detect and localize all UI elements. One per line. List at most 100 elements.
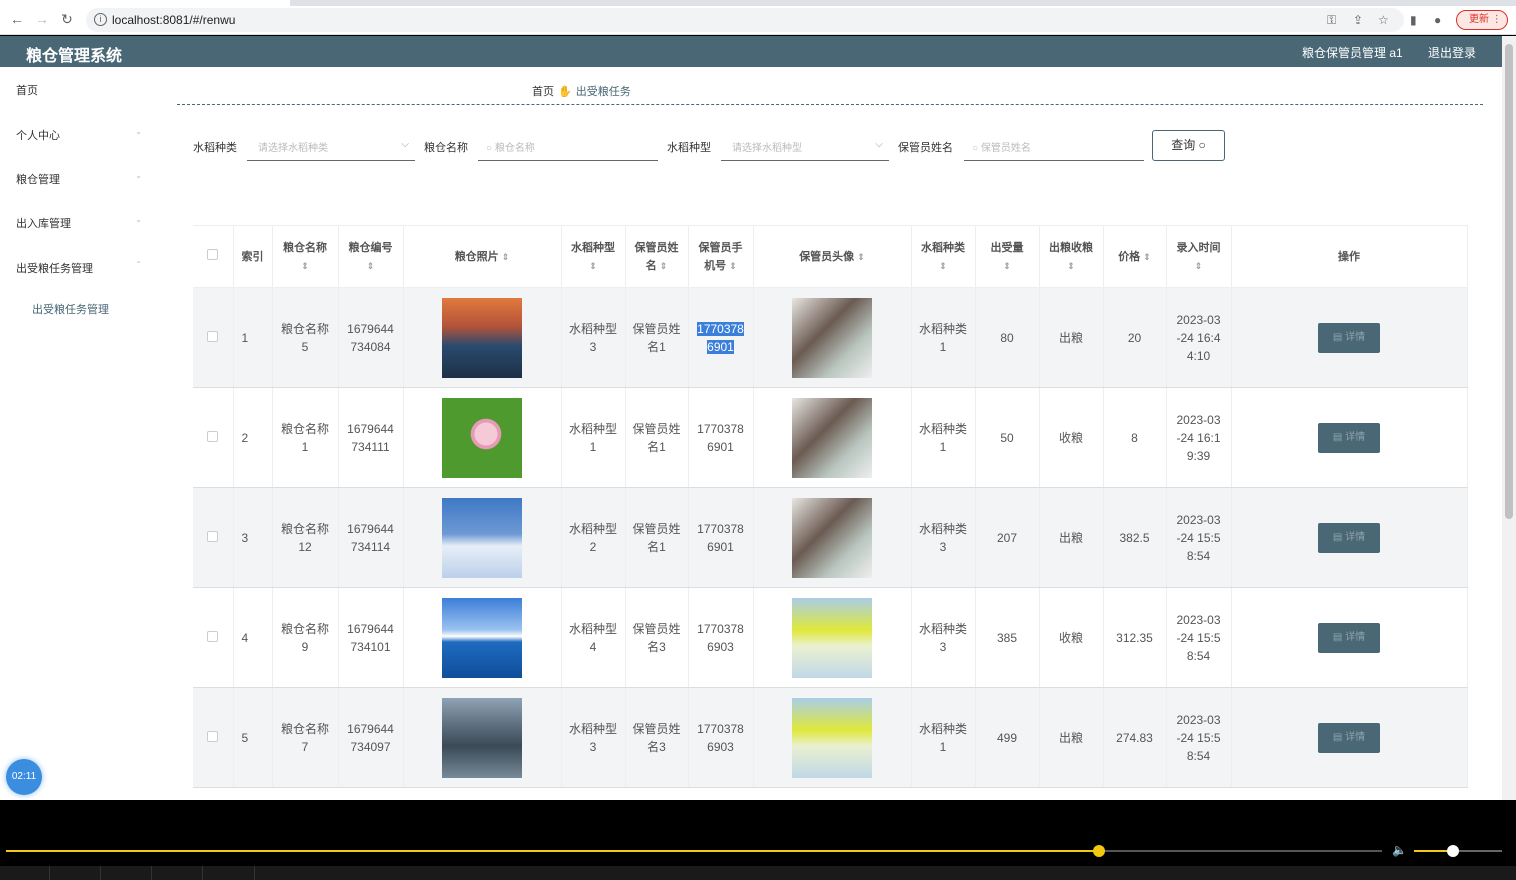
- table-row[interactable]: 5 粮仓名称 7 1679644 734097 水稻种型 3 保管员姓 名3 1770378 690…: [193, 687, 1468, 788]
- detail-button[interactable]: ▤ 详情: [1318, 622, 1380, 653]
- keeper-avatar[interactable]: [792, 397, 872, 478]
- cell-text: 1770378: [697, 321, 744, 336]
- volume-handle[interactable]: [1446, 845, 1459, 857]
- sort-icon[interactable]: ⇕: [729, 261, 737, 271]
- keeper-avatar[interactable]: [792, 497, 872, 578]
- col-header-label: 名: [645, 259, 657, 272]
- progress-handle[interactable]: [1092, 845, 1105, 857]
- table-row[interactable]: 2 粮仓名称 1 1679644 734111 水稻种型 1 保管员姓 名1 1770378 690…: [193, 387, 1468, 488]
- sort-icon[interactable]: ⇕: [660, 261, 668, 271]
- row-checkbox[interactable]: [207, 730, 219, 742]
- col-header[interactable]: 出粮收粮 ⇕: [1039, 225, 1104, 288]
- sidebar-item-granary[interactable]: 粮仓管理 ⌄: [16, 171, 142, 187]
- rice-kind-select[interactable]: 请选择水稻种类 ⌵: [247, 131, 415, 161]
- share-icon[interactable]: ⇪: [1353, 13, 1363, 27]
- player-control-slot[interactable]: [152, 866, 203, 880]
- select-all-checkbox[interactable]: [207, 248, 219, 260]
- col-header[interactable]: 保管员手 机号 ⇕: [688, 225, 754, 288]
- reload-icon[interactable]: ↻: [58, 11, 76, 28]
- player-control-slot[interactable]: [203, 866, 255, 880]
- sort-icon[interactable]: ⇕: [1143, 252, 1151, 262]
- keeper-avatar[interactable]: [792, 297, 872, 378]
- sort-icon[interactable]: ⇕: [502, 252, 510, 262]
- granary-photo[interactable]: [442, 397, 522, 478]
- col-header[interactable]: 出受量 ⇕: [975, 225, 1040, 288]
- player-control-slot[interactable]: [50, 866, 101, 880]
- rice-kind-cell: 水稻种类 1: [911, 287, 976, 388]
- sidebar-subitem-task[interactable]: 出受粮任务管理: [32, 301, 109, 317]
- col-header[interactable]: 水稻种类 ⇕: [911, 225, 976, 288]
- scrollbar-thumb[interactable]: [1505, 44, 1513, 519]
- granary-photo[interactable]: [442, 497, 522, 578]
- sort-icon[interactable]: ⇕: [939, 261, 947, 271]
- progress-track[interactable]: [6, 845, 1382, 857]
- star-icon[interactable]: ☆: [1378, 13, 1389, 27]
- update-button[interactable]: 更新 ⋮: [1456, 10, 1508, 30]
- sidebar-item-profile[interactable]: 个人中心 ⌄: [16, 127, 142, 143]
- detail-button[interactable]: ▤ 详情: [1318, 522, 1380, 553]
- quantity-cell: 499: [975, 687, 1040, 788]
- col-header[interactable]: 保管员头像 ⇕: [753, 225, 912, 288]
- table-row[interactable]: 3 粮仓名称 12 1679644 734114 水稻种型 2 保管员姓 名1 1770378 69…: [193, 487, 1468, 588]
- detail-button[interactable]: ▤ 详情: [1318, 422, 1380, 453]
- rice-type-cell: 水稻种型 3: [561, 287, 626, 388]
- sort-icon[interactable]: ⇕: [857, 252, 865, 262]
- keeper-avatar[interactable]: [792, 597, 872, 678]
- cell-text: 12: [298, 539, 312, 554]
- col-header[interactable]: 粮仓编号 ⇕: [338, 225, 404, 288]
- table-row[interactable]: 1 粮仓名称 5 1679644 734084 水稻种型 3 保管员姓 名1 1770378 690…: [193, 287, 1468, 388]
- table-row[interactable]: 4 粮仓名称 9 1679644 734101 水稻种型 4 保管员姓 名3 1770378 690…: [193, 587, 1468, 688]
- info-icon[interactable]: i: [94, 13, 107, 26]
- granary-photo[interactable]: [442, 697, 522, 778]
- back-icon[interactable]: ←: [8, 11, 26, 27]
- detail-button[interactable]: ▤ 详情: [1318, 322, 1380, 353]
- breadcrumb-home[interactable]: 首页: [532, 86, 554, 98]
- url-text[interactable]: localhost:8081/#/renwu: [112, 13, 235, 27]
- col-header[interactable]: 价格 ⇕: [1103, 225, 1167, 288]
- keeper-name-input[interactable]: ○ 保管员姓名: [964, 131, 1144, 161]
- keeper-avatar[interactable]: [792, 697, 872, 778]
- col-header[interactable]: 保管员姓名 ⇕: [625, 225, 689, 288]
- cell-text: 3: [589, 739, 597, 754]
- rice-type-select[interactable]: 请选择水稻种型 ⌵: [721, 131, 889, 161]
- sort-icon[interactable]: ⇕: [1003, 261, 1011, 271]
- sort-icon[interactable]: ⇕: [1195, 261, 1203, 271]
- sidepanel-icon[interactable]: ▮: [1410, 13, 1417, 27]
- col-header-label: 索引: [241, 250, 264, 263]
- recording-timer[interactable]: 02:11: [6, 759, 42, 795]
- sidebar-item-home[interactable]: 首页: [16, 82, 142, 98]
- sidebar-item-task[interactable]: 出受粮任务管理 ⌃: [16, 260, 142, 276]
- col-header[interactable]: 粮仓照片 ⇕: [403, 225, 562, 288]
- row-checkbox[interactable]: [207, 530, 219, 542]
- query-button[interactable]: 查询 ○: [1152, 130, 1225, 161]
- granary-photo[interactable]: [442, 297, 522, 378]
- sidebar-item-inout[interactable]: 出入库管理 ⌄: [16, 215, 142, 231]
- sort-icon[interactable]: ⇕: [1067, 261, 1075, 271]
- cell-text: 名3: [647, 639, 666, 654]
- col-header-label: 粮仓名称: [283, 241, 327, 254]
- sort-icon[interactable]: ⇕: [367, 261, 375, 271]
- address-bar[interactable]: i localhost:8081/#/renwu: [86, 8, 1404, 32]
- row-checkbox[interactable]: [207, 330, 219, 342]
- granary-name-input[interactable]: ○ 粮仓名称: [478, 131, 658, 161]
- col-header[interactable]: 录入时间 ⇕: [1166, 225, 1232, 288]
- player-control-slot[interactable]: [101, 866, 152, 880]
- keeper-name-cell: 保管员姓 名3: [625, 587, 689, 688]
- volume-icon[interactable]: 🔈: [1392, 843, 1407, 857]
- row-checkbox[interactable]: [207, 430, 219, 442]
- col-header[interactable]: 粮仓名称 ⇕: [272, 225, 339, 288]
- granary-photo[interactable]: [442, 597, 522, 678]
- volume-slider[interactable]: [1414, 845, 1502, 857]
- col-header[interactable]: 水稻种型 ⇕: [561, 225, 626, 288]
- player-control-slot[interactable]: [0, 866, 50, 880]
- sort-icon[interactable]: ⇕: [301, 261, 309, 271]
- profile-icon[interactable]: ●: [1434, 13, 1441, 27]
- forward-icon[interactable]: →: [33, 11, 51, 27]
- cell-text: 6903: [707, 639, 734, 654]
- row-checkbox[interactable]: [207, 630, 219, 642]
- page-scrollbar[interactable]: [1502, 36, 1516, 800]
- key-icon[interactable]: ⚿: [1327, 13, 1336, 28]
- logout-link[interactable]: 退出登录: [1428, 44, 1476, 61]
- detail-button[interactable]: ▤ 详情: [1318, 722, 1380, 753]
- sort-icon[interactable]: ⇕: [589, 261, 597, 271]
